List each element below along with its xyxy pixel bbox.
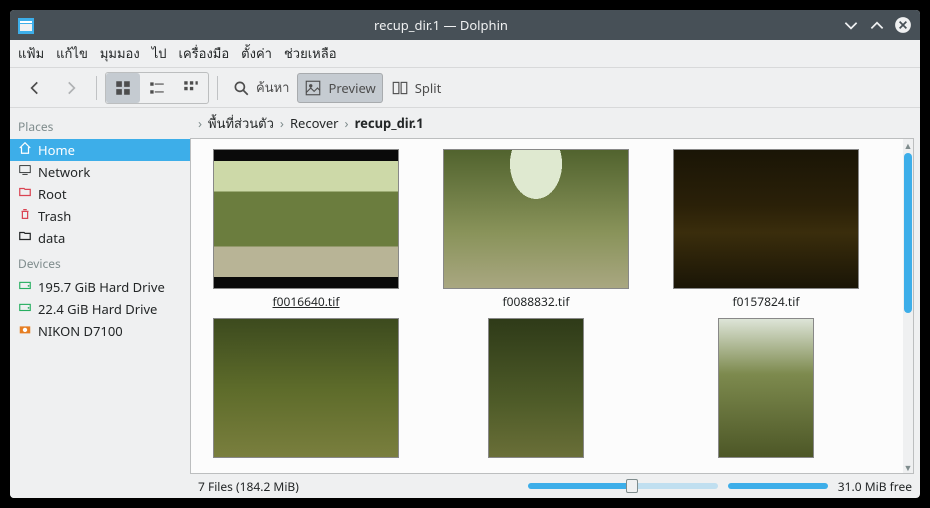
drive-icon bbox=[18, 300, 32, 318]
menu-go[interactable]: ไป bbox=[152, 43, 167, 64]
home-icon bbox=[18, 141, 32, 159]
dolphin-window: recup_dir.1 — Dolphin แฟ้ม แก้ไข มุมมอง … bbox=[10, 10, 920, 498]
file-thumbnail[interactable] bbox=[671, 318, 861, 458]
scroll-down-icon[interactable]: ▼ bbox=[903, 461, 913, 473]
scroll-thumb[interactable] bbox=[904, 153, 912, 313]
device-item[interactable]: 22.4 GiB Hard Drive bbox=[10, 298, 190, 320]
split-label: Split bbox=[415, 79, 442, 97]
window-title: recup_dir.1 — Dolphin bbox=[40, 16, 842, 34]
menu-settings[interactable]: ตั้งค่า bbox=[241, 43, 272, 64]
minimize-button[interactable] bbox=[842, 16, 860, 34]
chevron-right-icon: › bbox=[345, 114, 349, 132]
thumbnail-image bbox=[213, 318, 399, 458]
separator bbox=[217, 76, 218, 100]
breadcrumb-home[interactable]: พื้นที่ส่วนตัว bbox=[208, 113, 274, 134]
device-label: 22.4 GiB Hard Drive bbox=[38, 300, 157, 318]
free-space-label: 31.0 MiB free bbox=[838, 478, 912, 495]
view-mode-group bbox=[105, 72, 209, 104]
device-item[interactable]: NIKON D7100 bbox=[10, 320, 190, 342]
sidebar-item-label: Trash bbox=[38, 207, 71, 225]
forward-button[interactable] bbox=[54, 73, 88, 103]
status-summary: 7 Files (184.2 MiB) bbox=[198, 478, 299, 495]
places-panel: Places HomeNetworkRootTrashdata Devices … bbox=[10, 108, 190, 498]
vertical-scrollbar[interactable]: ▲ ▼ bbox=[903, 139, 913, 473]
sidebar-item-data[interactable]: data bbox=[10, 227, 190, 249]
sidebar-item-home[interactable]: Home bbox=[10, 139, 190, 161]
menu-edit[interactable]: แก้ไข bbox=[56, 43, 88, 64]
menu-view[interactable]: มุมมอง bbox=[100, 43, 140, 64]
menubar: แฟ้ม แก้ไข มุมมอง ไป เครื่องมือ ตั้งค่า … bbox=[10, 40, 920, 68]
close-button[interactable] bbox=[894, 16, 912, 34]
menu-file[interactable]: แฟ้ม bbox=[18, 43, 44, 64]
preview-label: Preview bbox=[328, 79, 375, 97]
icons-view-button[interactable] bbox=[106, 73, 140, 103]
back-button[interactable] bbox=[18, 73, 52, 103]
free-space-bar bbox=[728, 483, 828, 489]
search-label: ค้นหา bbox=[256, 77, 289, 98]
sidebar-item-label: Home bbox=[38, 141, 75, 159]
toolbar: ค้นหา Preview Split bbox=[10, 68, 920, 108]
sidebar-item-label: Network bbox=[38, 163, 90, 181]
file-thumbnail[interactable]: f0016640.tif bbox=[211, 149, 401, 310]
camera-icon bbox=[18, 322, 32, 340]
separator bbox=[96, 76, 97, 100]
network-icon bbox=[18, 163, 32, 181]
sidebar-item-trash[interactable]: Trash bbox=[10, 205, 190, 227]
preview-button[interactable]: Preview bbox=[297, 73, 382, 103]
maximize-button[interactable] bbox=[868, 16, 886, 34]
file-thumbnail[interactable] bbox=[441, 318, 631, 458]
sidebar-item-label: data bbox=[38, 229, 65, 247]
folder-icon bbox=[18, 229, 32, 247]
places-header: Places bbox=[10, 112, 190, 139]
compact-view-button[interactable] bbox=[140, 73, 174, 103]
breadcrumb-current[interactable]: recup_dir.1 bbox=[355, 114, 424, 132]
app-icon bbox=[18, 17, 34, 33]
thumbnail-image bbox=[718, 318, 814, 458]
statusbar: 7 Files (184.2 MiB) 31.0 MiB free bbox=[190, 474, 920, 498]
thumbnail-image bbox=[673, 149, 859, 289]
device-label: 195.7 GiB Hard Drive bbox=[38, 278, 165, 296]
sidebar-item-network[interactable]: Network bbox=[10, 161, 190, 183]
sidebar-item-label: Root bbox=[38, 185, 67, 203]
device-item[interactable]: 195.7 GiB Hard Drive bbox=[10, 276, 190, 298]
chevron-right-icon: › bbox=[198, 114, 202, 132]
drive-icon bbox=[18, 278, 32, 296]
file-thumbnail[interactable]: f0157824.tif bbox=[671, 149, 861, 310]
split-button[interactable]: Split bbox=[385, 73, 448, 103]
thumbnail-image bbox=[443, 149, 629, 289]
breadcrumb-recover[interactable]: Recover bbox=[290, 114, 339, 132]
scroll-up-icon[interactable]: ▲ bbox=[903, 139, 913, 151]
chevron-right-icon: › bbox=[280, 114, 284, 132]
device-label: NIKON D7100 bbox=[38, 322, 123, 340]
breadcrumb: › พื้นที่ส่วนตัว › Recover › recup_dir.1 bbox=[190, 108, 920, 138]
devices-header: Devices bbox=[10, 249, 190, 276]
file-thumbnail[interactable]: f0088832.tif bbox=[441, 149, 631, 310]
file-name-label: f0016640.tif bbox=[273, 293, 340, 310]
trash-icon bbox=[18, 207, 32, 225]
details-view-button[interactable] bbox=[174, 73, 208, 103]
thumbnail-image bbox=[488, 318, 584, 458]
titlebar[interactable]: recup_dir.1 — Dolphin bbox=[10, 10, 920, 40]
file-view: f0016640.tif f0088832.tif f0157824.tif ▲ ▼ bbox=[190, 138, 914, 474]
menu-help[interactable]: ช่วยเหลือ bbox=[284, 43, 337, 64]
zoom-slider[interactable] bbox=[528, 483, 718, 489]
folder-red-icon bbox=[18, 185, 32, 203]
thumbnail-image bbox=[213, 149, 399, 289]
file-thumbnail[interactable] bbox=[211, 318, 401, 458]
file-name-label: f0157824.tif bbox=[733, 293, 800, 310]
sidebar-item-root[interactable]: Root bbox=[10, 183, 190, 205]
menu-tools[interactable]: เครื่องมือ bbox=[179, 43, 230, 64]
file-name-label: f0088832.tif bbox=[503, 293, 570, 310]
search-button[interactable]: ค้นหา bbox=[226, 73, 295, 103]
